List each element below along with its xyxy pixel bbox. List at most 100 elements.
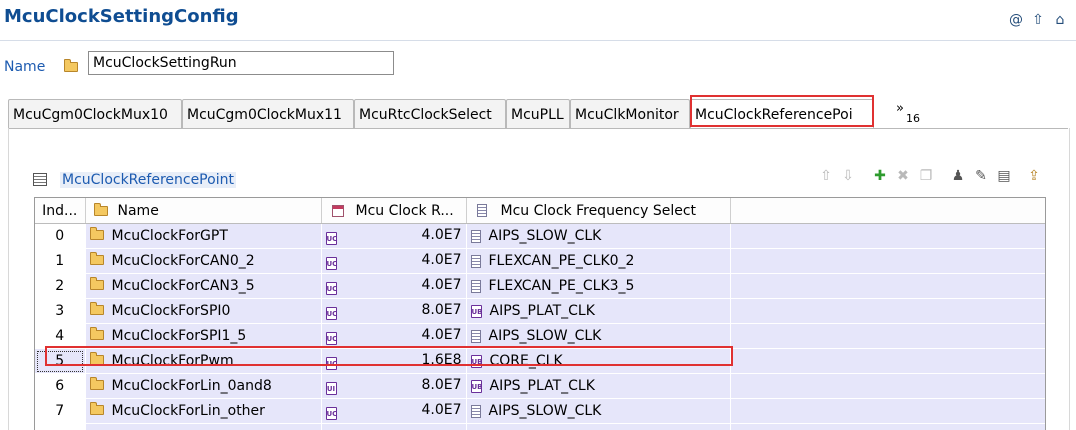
row-name-cell[interactable]: McuClockForCAN0_2 [85,248,322,274]
row-name-cell[interactable]: McuClockForGPT [85,223,322,249]
row-select: AIPS_SLOW_CLK [488,403,602,419]
row-select-cell[interactable]: AIPS_SLOW_CLK [466,323,731,349]
move-down-icon[interactable]: ⇩ [840,168,856,184]
row-name-cell[interactable]: McuClockForCAN3_5 [85,273,322,299]
folder-icon [64,59,78,72]
tab-mcupll[interactable]: McuPLL [506,99,570,129]
name-input[interactable] [88,51,394,75]
table-row[interactable]: 6 McuClockForLin_0and8 UI 8.0E7 UB AIPS_PL… [35,373,1045,399]
add-icon[interactable]: ✚ [872,168,888,184]
value-uc-icon: UC [325,232,337,245]
row-name-cell[interactable]: McuClockForSPI1_5 [85,323,322,349]
calendar-icon [331,204,344,217]
row-select-cell[interactable]: AIPS_SLOW_CLK [466,398,731,424]
table-row[interactable]: 2 McuClockForCAN3_5 UC 4.0E7 FLEXCAN_PE_C… [35,273,1045,299]
table-row[interactable]: 7 McuClockForLin_other UC 4.0E7 AIPS_SLOW… [35,398,1045,424]
folder-icon [89,302,104,315]
value-uc-icon: UC [325,282,337,295]
folder-icon [89,252,104,265]
table-row[interactable]: 4 McuClockForSPI1_5 UC 4.0E7 AIPS_SLOW_CL… [35,323,1045,349]
edit-icon[interactable]: ✎ [973,168,989,184]
row-name-cell[interactable]: McuClockForLin_0and8 [85,373,322,399]
selected-row-highlight [45,346,733,366]
row-frequency-cell[interactable]: UC 4.0E7 [321,398,467,424]
export-icon[interactable]: ⇪ [1026,168,1042,184]
row-select: AIPS_SLOW_CLK [488,328,602,344]
table-row[interactable]: 1 McuClockForCAN0_2 UC 4.0E7 FLEXCAN_PE_C… [35,248,1045,274]
column-header-clock-reference-label: Mcu Clock R... [355,202,454,219]
home-icon[interactable]: ⌂ [1052,12,1068,28]
tab-mcucgm0clockmux10[interactable]: McuCgm0ClockMux10 [8,99,182,129]
row-name: McuClockForSPI0 [111,303,231,319]
row-select-cell[interactable]: UB AIPS_PLAT_CLK [466,373,731,399]
column-header-index[interactable]: Ind... [35,198,86,224]
row-empty-cell [730,323,1045,349]
tab-mcuclkmonitor[interactable]: McuClkMonitor [570,99,690,129]
folder-icon [89,277,104,290]
row-name: McuClockForLin_other [111,403,265,419]
filler-cell [321,423,467,430]
row-name: McuClockForCAN3_5 [111,278,255,294]
document-icon [470,329,481,343]
row-select: AIPS_PLAT_CLK [489,303,595,319]
row-index: 1 [35,248,86,274]
filler-cell [466,423,731,430]
column-header-empty [730,198,1045,224]
row-frequency-cell[interactable]: UI 8.0E7 [321,373,467,399]
row-select-cell[interactable]: AIPS_SLOW_CLK [466,223,731,249]
row-empty-cell [730,223,1045,249]
row-frequency-cell[interactable]: UC 8.0E7 [321,298,467,324]
row-index: 0 [35,223,86,249]
value-uc-icon: UC [325,257,337,270]
delete-icon[interactable]: ✖ [895,168,911,184]
move-up-icon[interactable]: ⇧ [818,168,834,184]
row-frequency: 8.0E7 [421,377,462,393]
page-title: McuClockSettingConfig [4,6,239,27]
filler-cell [35,423,86,430]
row-empty-cell [730,273,1045,299]
row-select-cell[interactable]: FLEXCAN_PE_CLK0_2 [466,248,731,274]
filler-cell [85,423,322,430]
value-uc-icon: UC [325,407,337,420]
folder-icon [89,327,104,340]
table-row[interactable]: 0 McuClockForGPT UC 4.0E7 AIPS_SLOW_CLK [35,223,1045,249]
row-frequency-cell[interactable]: UC 4.0E7 [321,323,467,349]
document-icon [470,404,481,418]
tab-mcurtcclockselect[interactable]: McuRtcClockSelect [354,99,506,129]
value-default-icon: UI [325,382,337,395]
column-header-clock-reference[interactable]: Mcu Clock R... [321,198,467,224]
row-frequency: 4.0E7 [421,277,462,293]
table-row[interactable]: 3 McuClockForSPI0 UC 8.0E7 UB AIPS_PLAT_CL… [35,298,1045,324]
row-frequency-cell[interactable]: UC 4.0E7 [321,273,467,299]
row-frequency-cell[interactable]: UC 4.0E7 [321,223,467,249]
row-name-cell[interactable]: McuClockForLin_other [85,398,322,424]
row-select: AIPS_PLAT_CLK [489,378,595,394]
row-index: 7 [35,398,86,424]
folder-icon [93,202,108,216]
row-empty-cell [730,373,1045,399]
table-header-row: Ind... Name Mcu Clock R... Mcu Clock Fre… [35,198,1045,224]
up-arrow-icon[interactable]: ⇧ [1030,12,1046,28]
column-header-name[interactable]: Name [85,198,322,224]
user-icon[interactable]: ♟ [950,168,966,184]
column-header-frequency-select-label: Mcu Clock Frequency Select [500,202,697,219]
value-uc-icon: UC [325,332,337,345]
active-tab-highlight [690,95,874,127]
tab-overflow-count[interactable]: 16 [906,112,920,125]
tab-overflow-chevron[interactable]: » [896,101,904,116]
properties-icon[interactable]: ▤ [996,168,1012,184]
row-name-cell[interactable]: McuClockForSPI0 [85,298,322,324]
row-name: McuClockForSPI1_5 [111,328,247,344]
column-header-frequency-select[interactable]: Mcu Clock Frequency Select [466,198,731,224]
at-icon[interactable]: @ [1008,12,1024,28]
name-label: Name [4,59,46,75]
header-divider [0,40,1076,41]
row-select-cell[interactable]: UB AIPS_PLAT_CLK [466,298,731,324]
copy-icon[interactable]: ❐ [918,168,934,184]
row-select-cell[interactable]: FLEXCAN_PE_CLK3_5 [466,273,731,299]
row-frequency-cell[interactable]: UC 4.0E7 [321,248,467,274]
tab-mcucgm0clockmux11[interactable]: McuCgm0ClockMux11 [182,99,354,129]
row-frequency: 4.0E7 [421,402,462,418]
folder-icon [89,402,104,415]
row-index: 6 [35,373,86,399]
